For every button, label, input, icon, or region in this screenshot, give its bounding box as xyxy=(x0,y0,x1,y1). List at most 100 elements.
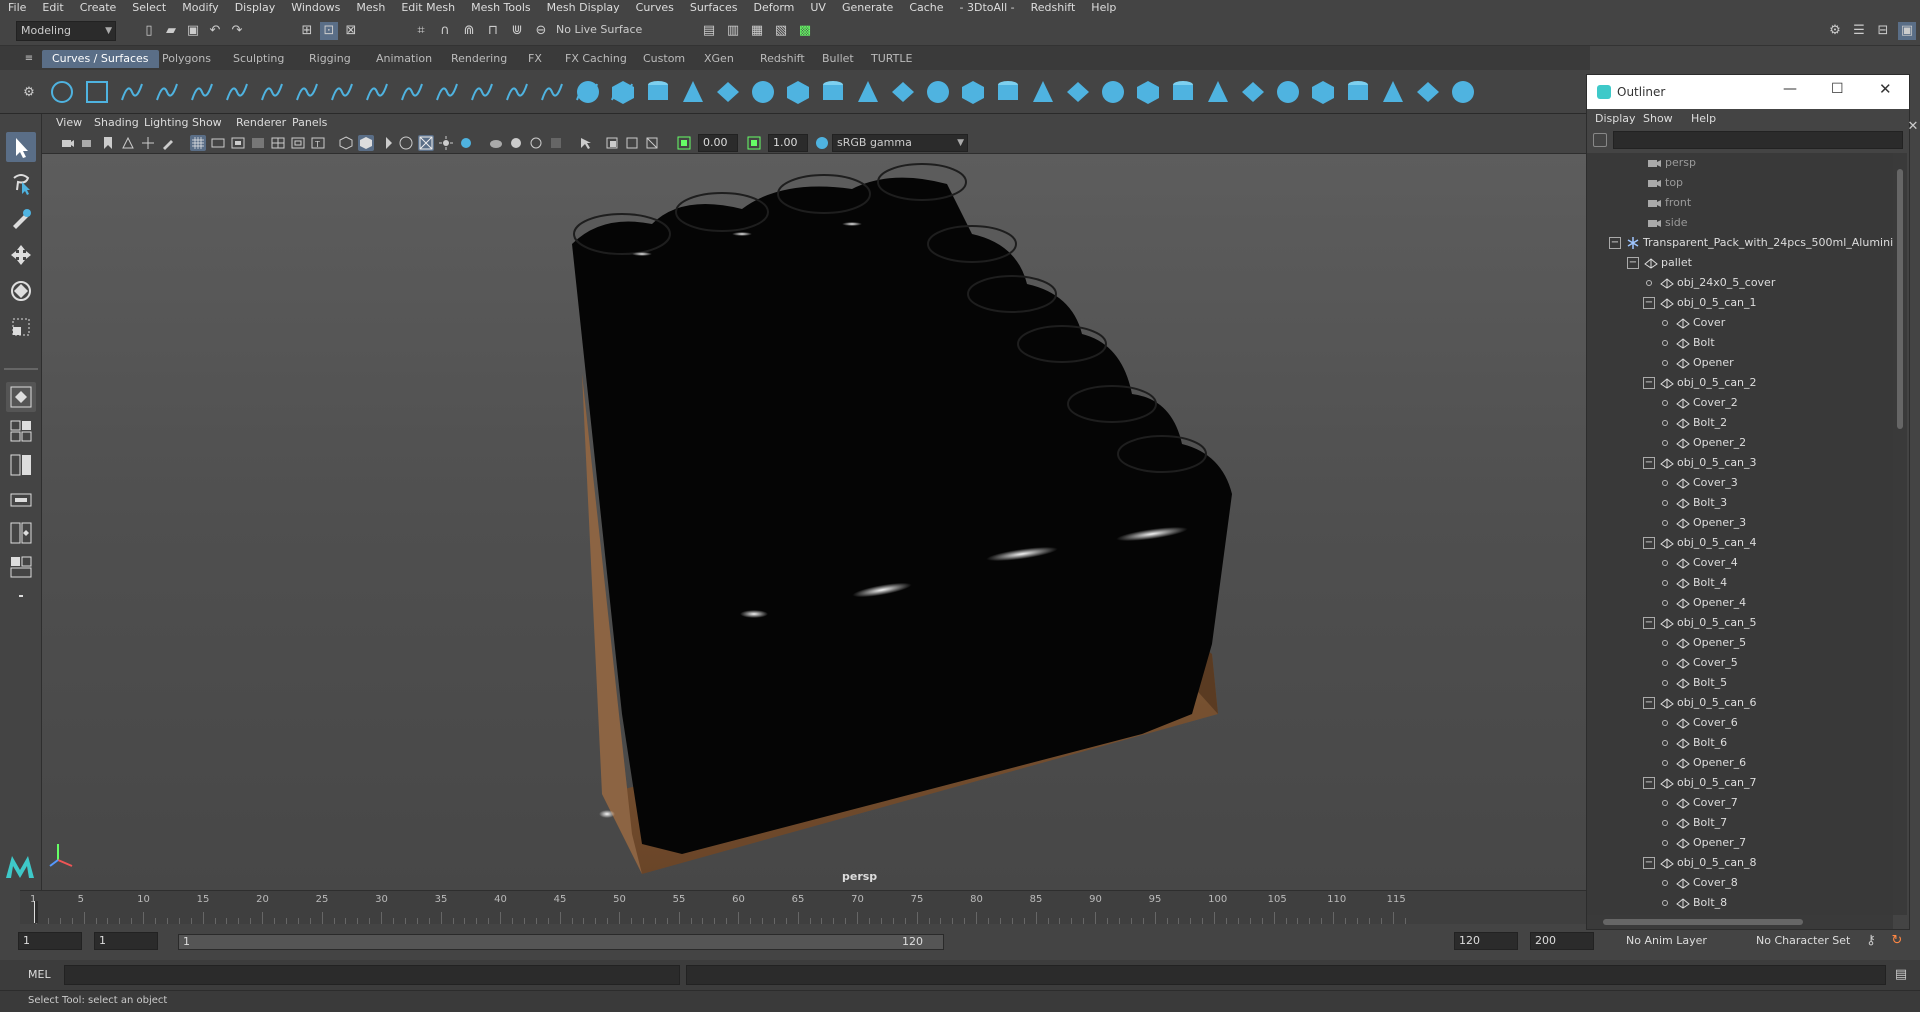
channel-box-icon[interactable]: ▣ xyxy=(1898,22,1916,40)
default-material-icon[interactable] xyxy=(378,135,394,151)
anim-layer-dropdown[interactable]: No Anim Layer xyxy=(1626,934,1707,947)
menu-modify[interactable]: Modify xyxy=(174,0,226,16)
render-current-icon[interactable]: ▥ xyxy=(724,22,742,40)
menu-edit[interactable]: Edit xyxy=(34,0,71,16)
outliner-row[interactable]: Opener_5 xyxy=(1587,633,1893,653)
make-live-icon[interactable]: ⊖ xyxy=(532,22,550,40)
select-hierarchy-icon[interactable]: ⊞ xyxy=(298,22,316,40)
extrude-icon[interactable] xyxy=(889,78,917,106)
outliner-row[interactable]: − obj_0_5_can_3 xyxy=(1587,453,1893,473)
shadows-icon[interactable] xyxy=(458,135,474,151)
menu-create[interactable]: Create xyxy=(72,0,125,16)
script-editor-icon[interactable]: ▤ xyxy=(1892,966,1910,984)
outliner-row[interactable]: Opener xyxy=(1587,353,1893,373)
outliner-row[interactable]: − obj_0_5_can_2 xyxy=(1587,373,1893,393)
nurbs-torus-icon[interactable] xyxy=(749,78,777,106)
shelf-tab-redshift[interactable]: Redshift xyxy=(750,50,815,68)
menu-cache[interactable]: Cache xyxy=(901,0,951,16)
outliner-row[interactable]: Opener_7 xyxy=(1587,833,1893,853)
outliner-row[interactable]: Bolt_4 xyxy=(1587,573,1893,593)
shelf-tab-rigging[interactable]: Rigging xyxy=(299,50,361,68)
start-time-field[interactable]: 1 xyxy=(18,932,82,950)
menu-surfaces[interactable]: Surfaces xyxy=(682,0,746,16)
mel-label[interactable]: MEL xyxy=(28,968,51,981)
motion-blur-icon[interactable] xyxy=(508,135,524,151)
visibility-dot-icon[interactable] xyxy=(1662,560,1668,566)
outliner-row[interactable]: Opener_3 xyxy=(1587,513,1893,533)
live-surface-field[interactable]: No Live Surface xyxy=(552,21,656,41)
revolve-icon[interactable] xyxy=(784,78,812,106)
outliner-menu-show[interactable]: Show xyxy=(1643,112,1673,125)
visibility-dot-icon[interactable] xyxy=(1662,480,1668,486)
outliner-row[interactable]: Opener_2 xyxy=(1587,433,1893,453)
character-set-dropdown[interactable]: No Character Set xyxy=(1756,934,1850,947)
menu-mesh-tools[interactable]: Mesh Tools xyxy=(463,0,539,16)
visibility-dot-icon[interactable] xyxy=(1662,420,1668,426)
outliner-row[interactable]: − pallet xyxy=(1587,253,1893,273)
grid-toggle-icon[interactable] xyxy=(190,135,206,151)
paint-select-tool-icon[interactable] xyxy=(6,204,36,234)
safe-action-icon[interactable] xyxy=(290,135,306,151)
shelf-tab-custom[interactable]: Custom xyxy=(633,50,695,68)
detach-icon[interactable] xyxy=(433,78,461,106)
visibility-dot-icon[interactable] xyxy=(1662,880,1668,886)
outliner-horizontal-scrollbar[interactable] xyxy=(1587,915,1893,929)
select-object-icon[interactable]: ⊡ xyxy=(320,22,338,40)
cv-curve-icon[interactable] xyxy=(118,78,146,106)
perspective-viewport[interactable]: persp xyxy=(42,154,1590,890)
visibility-dot-icon[interactable] xyxy=(1662,500,1668,506)
layout-more-icon[interactable] xyxy=(6,588,36,604)
collapse-icon[interactable]: − xyxy=(1643,617,1655,629)
outliner-row[interactable]: Cover xyxy=(1587,313,1893,333)
outliner-menu-help[interactable]: Help xyxy=(1691,112,1716,125)
tool-settings-icon[interactable]: ⊟ xyxy=(1874,22,1892,40)
visibility-dot-icon[interactable] xyxy=(1662,600,1668,606)
stitch-icon[interactable] xyxy=(1379,78,1407,106)
menu-mesh-display[interactable]: Mesh Display xyxy=(539,0,628,16)
pencil-curve-icon[interactable] xyxy=(188,78,216,106)
lasso-tool-icon[interactable] xyxy=(6,168,36,198)
collapse-icon[interactable]: − xyxy=(1643,697,1655,709)
bevel-plus-icon[interactable] xyxy=(1029,78,1057,106)
outliner-row[interactable]: Bolt_8 xyxy=(1587,893,1893,913)
shelf-tab-fx[interactable]: FX xyxy=(518,50,552,68)
outliner-row[interactable]: − obj_0_5_can_8 xyxy=(1587,853,1893,873)
outliner-row[interactable]: side xyxy=(1587,213,1893,233)
shelf-tab-turtle[interactable]: TURTLE xyxy=(861,50,922,68)
panel-menu-lighting[interactable]: Lighting xyxy=(144,116,188,129)
xray-joints-icon[interactable] xyxy=(624,135,640,151)
visibility-dot-icon[interactable] xyxy=(1662,900,1668,906)
outliner-row[interactable]: top xyxy=(1587,173,1893,193)
bezier-icon[interactable] xyxy=(328,78,356,106)
snap-view-plane-icon[interactable]: ⊓ xyxy=(484,22,502,40)
extend-icon[interactable] xyxy=(363,78,391,106)
snap-point-icon[interactable]: ⋒ xyxy=(460,22,478,40)
grease-pencil-icon[interactable] xyxy=(160,135,176,151)
panel-menu-view[interactable]: View xyxy=(56,116,82,129)
attribute-editor-icon[interactable]: ☰ xyxy=(1850,22,1868,40)
nurbs-circle-icon[interactable] xyxy=(48,78,76,106)
offset-icon[interactable] xyxy=(538,78,566,106)
collapse-icon[interactable]: − xyxy=(1643,857,1655,869)
menu-mesh[interactable]: Mesh xyxy=(348,0,393,16)
outliner-row[interactable]: − obj_0_5_can_6 xyxy=(1587,693,1893,713)
outliner-vertical-scrollbar[interactable] xyxy=(1893,153,1907,915)
maximize-icon[interactable]: ☐ xyxy=(1831,81,1844,97)
collapse-icon[interactable]: − xyxy=(1643,777,1655,789)
menu-curves[interactable]: Curves xyxy=(628,0,682,16)
gamma-icon[interactable] xyxy=(746,135,762,151)
scrollbar-thumb[interactable] xyxy=(1603,919,1803,925)
outliner-row[interactable]: − obj_0_5_can_1 xyxy=(1587,293,1893,313)
outliner-row[interactable]: Cover_4 xyxy=(1587,553,1893,573)
scrollbar-thumb[interactable] xyxy=(1897,169,1903,429)
curve-edit-icon[interactable] xyxy=(293,78,321,106)
shelf-tab-bullet[interactable]: Bullet xyxy=(812,50,864,68)
offset-surface-icon[interactable] xyxy=(1274,78,1302,106)
collapse-icon[interactable]: − xyxy=(1643,377,1655,389)
outliner-row[interactable]: − obj_0_5_can_5 xyxy=(1587,613,1893,633)
visibility-dot-icon[interactable] xyxy=(1662,400,1668,406)
range-slider[interactable]: 1 120 xyxy=(178,934,944,950)
attach-icon[interactable] xyxy=(398,78,426,106)
shelf-tab-animation[interactable]: Animation xyxy=(366,50,442,68)
collapse-icon[interactable]: − xyxy=(1643,537,1655,549)
